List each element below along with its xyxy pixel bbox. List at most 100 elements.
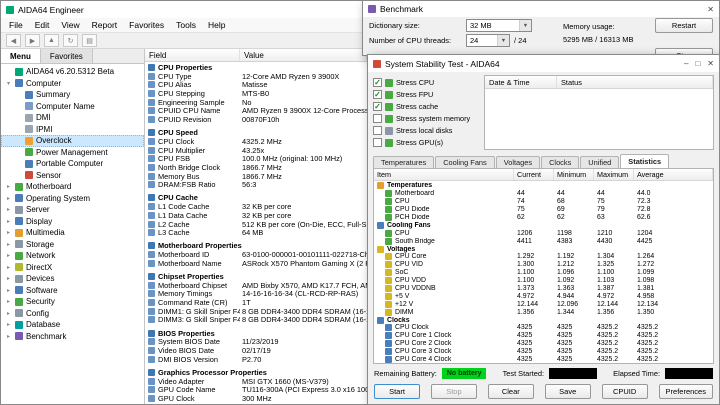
tree-item-multimedia[interactable]: ▸Multimedia — [1, 227, 144, 239]
tree-item-benchmark[interactable]: ▸Benchmark — [1, 331, 144, 343]
minimize-icon[interactable]: – — [684, 59, 688, 68]
benchmark-close-icon[interactable]: ✕ — [707, 5, 714, 14]
field-group-header[interactable]: Motherboard Properties — [145, 242, 367, 251]
tree-item-sensor[interactable]: Sensor — [1, 170, 144, 182]
tree-item-server[interactable]: ▸Server — [1, 204, 144, 216]
tree-item-security[interactable]: ▸Security — [1, 296, 144, 308]
report-icon[interactable]: ▤ — [82, 34, 97, 47]
field-group-header[interactable]: Graphics Processor Properties — [145, 368, 367, 377]
tab-unified[interactable]: Unified — [580, 156, 619, 168]
menu-tools[interactable]: Tools — [170, 20, 202, 30]
stats-group-header[interactable]: Temperatures — [374, 182, 713, 190]
field-row[interactable]: L2 Cache512 KB per core (On-Die, ECC, Fu… — [145, 220, 367, 229]
field-row[interactable]: DIMM3: G Skill Sniper F4-3400C16-8GSXW8 … — [145, 316, 367, 325]
field-row[interactable]: CPUID CPU NameAMD Ryzen 9 3900X 12-Core … — [145, 106, 367, 115]
up-icon[interactable]: ▲ — [44, 34, 59, 47]
field-row[interactable]: CPU AliasMatisse — [145, 80, 367, 89]
stats-row[interactable]: +12 V12.14412.09612.14412.134 — [374, 300, 713, 308]
tree-item-ipmi[interactable]: IPMI — [1, 124, 144, 136]
panel-tab-favorites[interactable]: Favorites — [41, 49, 93, 63]
tree-item-computer-name[interactable]: Computer Name — [1, 101, 144, 113]
column-header-value[interactable]: Value — [240, 49, 367, 61]
stats-row[interactable]: CPU VDDNB1.3731.3631.3871.381 — [374, 285, 713, 293]
tree-item-display[interactable]: ▸Display — [1, 216, 144, 228]
tree-item-dmi[interactable]: DMI — [1, 112, 144, 124]
clear-button[interactable]: Clear — [488, 384, 534, 399]
tab-statistics[interactable]: Statistics — [620, 154, 669, 168]
field-row[interactable]: DMI BIOS VersionP2.70 — [145, 355, 367, 364]
dictionary-size-select[interactable]: 32 MB ▼ — [466, 19, 532, 32]
field-row[interactable]: DIMM1: G Skill Sniper F4-3400C16-8GSXW8 … — [145, 307, 367, 316]
tree-item-summary[interactable]: Summary — [1, 89, 144, 101]
column-header-item[interactable]: Item — [374, 169, 514, 180]
panel-tab-menu[interactable]: Menu — [1, 49, 41, 63]
field-row[interactable]: Motherboard ChipsetAMD Bixby X570, AMD K… — [145, 281, 367, 290]
main-titlebar[interactable]: AIDA64 Engineer — [1, 1, 367, 18]
stats-group-header[interactable]: Cooling Fans — [374, 221, 713, 229]
menu-report[interactable]: Report — [86, 20, 124, 30]
field-row[interactable]: Command Rate (CR)1T — [145, 298, 367, 307]
field-row[interactable]: Video BIOS Date02/17/19 — [145, 346, 367, 355]
field-group-header[interactable]: Chipset Properties — [145, 272, 367, 281]
field-row[interactable]: Memory Timings14-16-16-16-34 (CL-RCD-RP-… — [145, 290, 367, 299]
field-row[interactable]: CPU Type12-Core AMD Ryzen 9 3900X — [145, 72, 367, 81]
stats-group-header[interactable]: Voltages — [374, 245, 713, 253]
tree-item-operating-system[interactable]: ▸Operating System — [1, 193, 144, 205]
column-header-minimum[interactable]: Minimum — [554, 169, 594, 180]
stats-row[interactable]: CPU1206119812101204 — [374, 229, 713, 237]
stability-close-icon[interactable]: ✕ — [707, 59, 714, 68]
refresh-icon[interactable]: ↻ — [63, 34, 78, 47]
stats-row[interactable]: South Bridge4411438344304425 — [374, 237, 713, 245]
stats-row[interactable]: CPU VID1.3001.2121.3251.272 — [374, 261, 713, 269]
field-row[interactable]: Motherboard NameASRock X570 Phantom Gami… — [145, 259, 367, 268]
save-button[interactable]: Save — [545, 384, 591, 399]
back-icon[interactable]: ◀ — [6, 34, 21, 47]
stats-row[interactable]: CPU Core 3 Clock432543254325.24325.2 — [374, 348, 713, 356]
tab-voltages[interactable]: Voltages — [496, 156, 540, 168]
menu-favorites[interactable]: Favorites — [123, 20, 170, 30]
menu-view[interactable]: View — [55, 20, 85, 30]
column-header-field[interactable]: Field — [145, 49, 240, 61]
column-header-maximum[interactable]: Maximum — [594, 169, 634, 180]
checkbox-stress-fpu[interactable]: ✓Stress FPU — [373, 89, 479, 100]
tree-item-software[interactable]: ▸Software — [1, 285, 144, 297]
stats-row[interactable]: SoC1.1001.0961.1001.099 — [374, 269, 713, 277]
checkbox-stress-gpu-s[interactable]: Stress GPU(s) — [373, 137, 479, 148]
stats-row[interactable]: PCH Diode62626362.6 — [374, 214, 713, 222]
stats-row[interactable]: CPU Core 2 Clock432543254325.24325.2 — [374, 340, 713, 348]
field-row[interactable]: Memory Bus1866.7 MHz — [145, 172, 367, 181]
field-row[interactable]: Video AdapterMSI GTX 1660 (MS-V379) — [145, 377, 367, 386]
restart-button[interactable]: Restart — [655, 18, 713, 33]
column-header-current[interactable]: Current — [514, 169, 554, 180]
tab-temperatures[interactable]: Temperatures — [373, 156, 434, 168]
stats-row[interactable]: CPU Clock432543254325.24325.2 — [374, 324, 713, 332]
stats-row[interactable]: CPU Diode75697972.8 — [374, 206, 713, 214]
menu-file[interactable]: File — [3, 20, 29, 30]
stats-row[interactable]: CPU Core 4 Clock432543254325.24325.2 — [374, 356, 713, 363]
field-row[interactable]: GPU Clock300 MHz — [145, 394, 367, 403]
stats-row[interactable]: CPU VDD1.1001.0921.1031.098 — [374, 277, 713, 285]
cpu-threads-select[interactable]: 24 ▼ — [466, 34, 510, 47]
field-row[interactable]: CPU Clock4325.2 MHz — [145, 137, 367, 146]
field-row[interactable]: GPU Code NameTU116-300A (PCI Express 3.0… — [145, 385, 367, 394]
stats-row[interactable]: CPU Core1.2921.1921.3041.264 — [374, 253, 713, 261]
field-row[interactable]: North Bridge Clock1866.7 MHz — [145, 163, 367, 172]
field-row[interactable]: CPU FSB100.0 MHz (original: 100 MHz) — [145, 154, 367, 163]
field-group-header[interactable]: CPU Properties — [145, 63, 367, 72]
cpuid-button[interactable]: CPUID — [602, 384, 648, 399]
menu-help[interactable]: Help — [202, 20, 231, 30]
tree-item-motherboard[interactable]: ▸Motherboard — [1, 181, 144, 193]
stats-group-header[interactable]: Clocks — [374, 316, 713, 324]
column-header-status[interactable]: Status — [557, 76, 713, 88]
benchmark-titlebar[interactable]: Benchmark ✕ — [363, 1, 719, 17]
tree-item-directx[interactable]: ▸DirectX — [1, 262, 144, 274]
tab-clocks[interactable]: Clocks — [541, 156, 579, 168]
field-row[interactable]: DRAM:FSB Ratio56:3 — [145, 180, 367, 189]
column-header-datetime[interactable]: Date & Time — [485, 76, 557, 88]
maximize-icon[interactable]: □ — [695, 59, 700, 68]
stats-row[interactable]: CPU74687572.3 — [374, 198, 713, 206]
field-row[interactable]: CPU Multiplier43.25x — [145, 146, 367, 155]
checkbox-stress-cache[interactable]: ✓Stress cache — [373, 101, 479, 112]
field-row[interactable]: L3 Cache64 MB — [145, 228, 367, 237]
field-row[interactable]: CPUID Revision00870F10h — [145, 115, 367, 124]
